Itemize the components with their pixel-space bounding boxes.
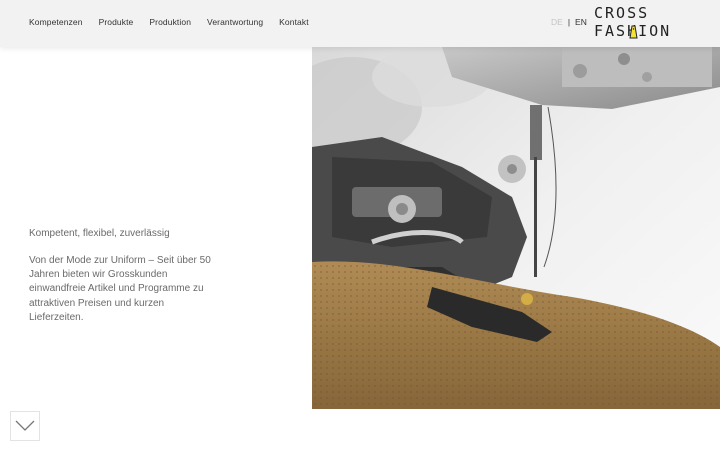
nav-item-produktion[interactable]: Produktion: [149, 17, 191, 27]
intro-text: Kompetent, flexibel, zuverlässig Von der…: [29, 227, 219, 325]
nav-item-kompetenzen[interactable]: Kompetenzen: [29, 17, 83, 27]
cross-fashion-logo[interactable]: CROSS FASHION: [594, 4, 676, 42]
lang-en-link[interactable]: EN: [575, 17, 587, 27]
language-switcher: DE | EN: [551, 17, 587, 27]
sewing-machine-image: [312, 47, 720, 409]
lang-de-link[interactable]: DE: [551, 17, 563, 27]
lang-separator: |: [567, 17, 571, 27]
nav-item-kontakt[interactable]: Kontakt: [279, 17, 309, 27]
nav-item-verantwortung[interactable]: Verantwortung: [207, 17, 263, 27]
tagline: Kompetent, flexibel, zuverlässig: [29, 228, 170, 239]
chevron-down-icon: [15, 420, 35, 431]
scroll-down-button[interactable]: [10, 411, 40, 441]
logo-figure-icon: [629, 25, 638, 39]
logo-line-1: CROSS: [594, 4, 650, 22]
intro-description: Von der Mode zur Uniform – Seit über 50 …: [29, 255, 211, 323]
nav-item-produkte[interactable]: Produkte: [99, 17, 134, 27]
main-nav: Kompetenzen Produkte Produktion Verantwo…: [29, 17, 309, 27]
site-header: Kompetenzen Produkte Produktion Verantwo…: [0, 0, 720, 47]
